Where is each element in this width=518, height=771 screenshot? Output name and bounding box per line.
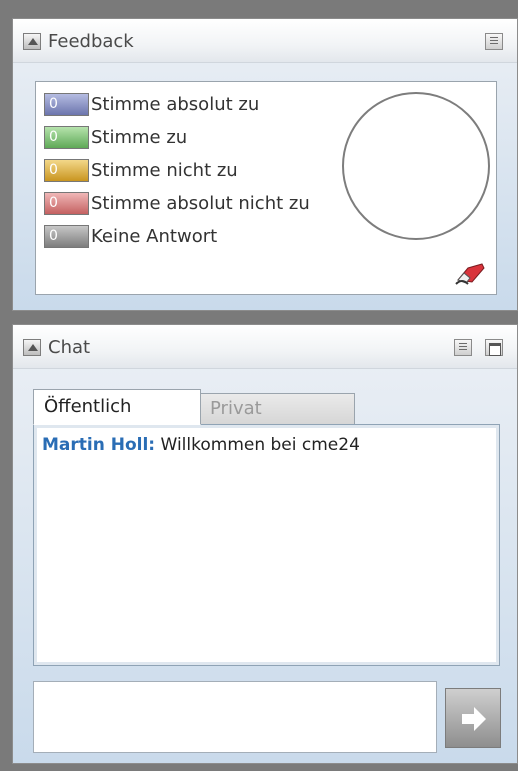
legend-swatch: 0 [44,125,89,149]
feedback-title: Feedback [48,31,134,52]
feedback-panel: Feedback 0 Stimme absolut zu 0 Stimme zu… [12,18,518,311]
chat-panel: Chat Öffentlich Privat Martin Holl: Will… [12,324,518,764]
chat-collapse-icon[interactable] [23,339,41,356]
arrow-right-icon [462,707,486,731]
legend-swatch: 0 [44,224,89,248]
tab-private[interactable]: Privat [199,393,355,425]
feedback-collapse-icon[interactable] [23,33,41,50]
legend-swatch: 0 [44,92,89,116]
legend-swatch: 0 [44,158,89,182]
legend-item: 0 Keine Antwort [44,223,217,249]
send-button[interactable] [445,688,501,748]
chat-input[interactable] [33,681,437,753]
chat-maximize-icon[interactable] [485,339,503,356]
legend-swatch: 0 [44,191,89,215]
legend-label: Stimme nicht zu [91,159,238,181]
chat-message-log: Martin Holl: Willkommen bei cme24 [33,424,500,666]
feedback-menu-icon[interactable] [485,33,503,50]
legend-item: 0 Stimme nicht zu [44,157,238,183]
feedback-pie-chart [342,92,490,240]
feedback-titlebar: Feedback [13,19,517,63]
chat-menu-icon[interactable] [454,339,472,356]
legend-item: 0 Stimme absolut zu [44,91,259,117]
legend-label: Keine Antwort [91,225,218,247]
message-text: Willkommen bei cme24 [155,435,360,455]
chat-titlebar: Chat [13,325,517,369]
legend-item: 0 Stimme absolut nicht zu [44,190,310,216]
feedback-content: 0 Stimme absolut zu 0 Stimme zu 0 Stimme… [35,81,497,295]
tab-public[interactable]: Öffentlich [33,389,201,425]
legend-label: Stimme absolut zu [91,93,260,115]
message-sender: Martin Holl: [42,435,156,455]
chat-message: Martin Holl: Willkommen bei cme24 [42,435,491,455]
legend-label: Stimme zu [91,126,188,148]
eraser-icon[interactable] [454,260,486,286]
legend-item: 0 Stimme zu [44,124,187,150]
legend-label: Stimme absolut nicht zu [91,192,310,214]
chat-title: Chat [48,337,91,358]
